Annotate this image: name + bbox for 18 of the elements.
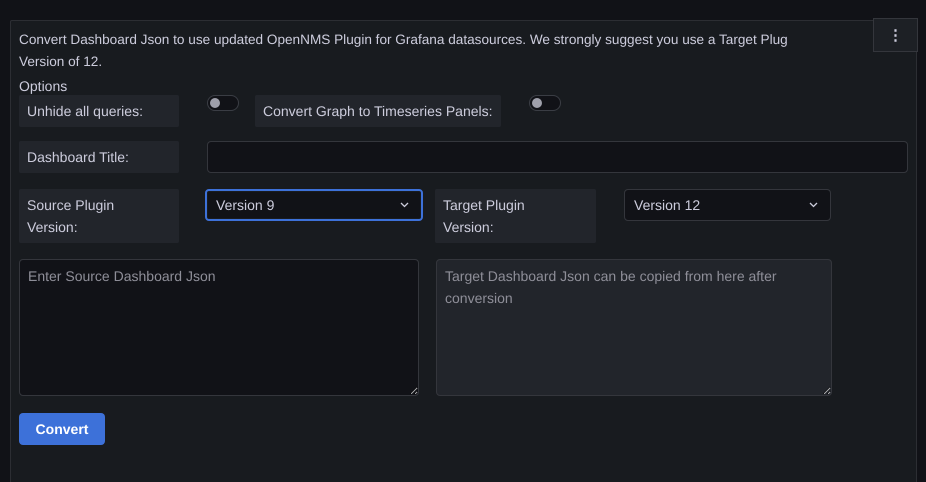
caret-icon xyxy=(400,202,409,208)
description-text: Convert Dashboard Json to use updated OpenNMS Plugin for Grafana datasources. We strongly suggest you use a Target Plug Version of 12. xyxy=(19,31,788,71)
json-text-area[interactable]: Enter Source Dashboard Json xyxy=(19,259,419,396)
json-text-area[interactable]: Target Dashboard Json can be copied from here after conversion xyxy=(436,259,832,396)
caret-icon xyxy=(809,202,818,208)
field-label: Target Plugin Version: xyxy=(435,189,596,243)
version-dropdown[interactable]: Version 12 xyxy=(624,189,831,221)
convert-button[interactable]: Convert xyxy=(19,413,105,445)
dashboard-title-field[interactable] xyxy=(206,141,908,173)
options-heading: Options xyxy=(19,77,68,95)
field-label: Source Plugin Version: xyxy=(19,189,179,243)
field-label: Dashboard Title: xyxy=(19,141,179,173)
option-label: Convert Graph to Timeseries Panels: xyxy=(255,95,501,127)
menu-button[interactable]: ⋮ xyxy=(873,18,918,52)
toggle-switch[interactable] xyxy=(207,95,239,111)
version-dropdown[interactable]: Version 9 xyxy=(205,189,423,221)
option-label: Unhide all queries: xyxy=(19,95,179,127)
toggle-switch[interactable] xyxy=(528,95,561,111)
